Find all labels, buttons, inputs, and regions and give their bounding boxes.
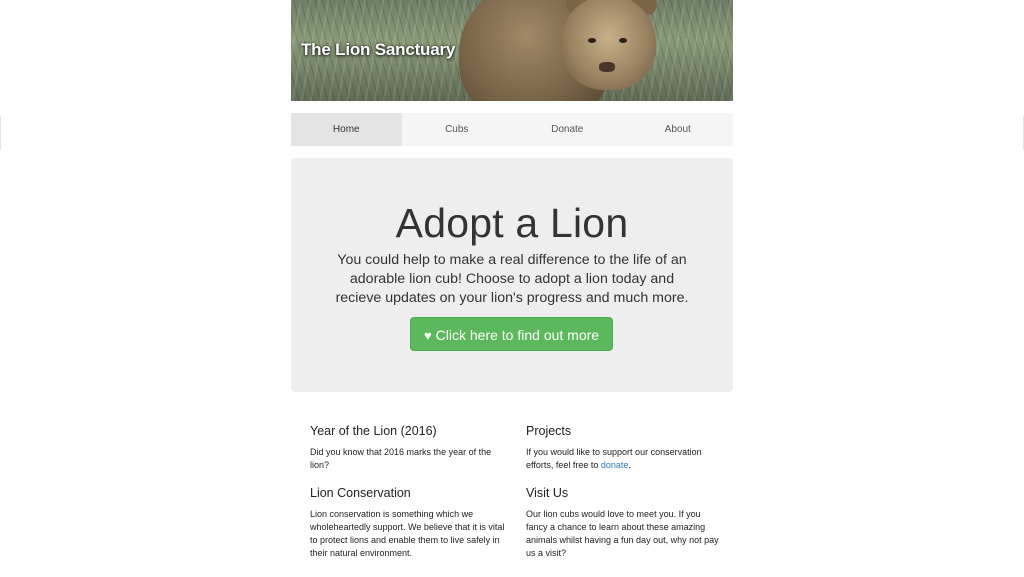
section-year-of-lion: Year of the Lion (2016) Did you know tha… [310, 424, 506, 472]
donate-link[interactable]: donate [601, 460, 629, 470]
section-visit-us: Visit Us Our lion cubs would love to mee… [526, 486, 722, 560]
section-text-end: . [628, 460, 631, 470]
section-title: Year of the Lion (2016) [310, 424, 437, 438]
hero-lead-text: You could help to make a real difference… [335, 252, 689, 306]
section-text: Our lion cubs would love to meet you. If… [526, 509, 719, 558]
main-nav: Home Cubs Donate About [291, 113, 733, 146]
nav-item-cubs[interactable]: Cubs [402, 113, 513, 146]
find-out-more-button[interactable]: ♥ Click here to find out more [410, 317, 613, 351]
lion-cub-nose [599, 62, 615, 72]
section-title: Projects [526, 424, 572, 438]
nav-item-home[interactable]: Home [291, 113, 402, 146]
section-title: Lion Conservation [310, 486, 411, 500]
section-text: If you would like to support our conserv… [526, 446, 722, 472]
lion-cub-head [561, 0, 656, 90]
section-text: Did you know that 2016 marks the year of… [310, 447, 492, 470]
lion-cub-eye [588, 38, 596, 43]
nav-item-donate[interactable]: Donate [512, 113, 623, 146]
header-banner: The Lion Sanctuary [291, 0, 733, 101]
heart-icon: ♥ [423, 328, 432, 343]
hero-headline: Adopt a Lion [395, 200, 629, 246]
left-edge-divider [0, 116, 1, 150]
section-projects: Projects If you would like to support ou… [526, 424, 722, 472]
section-lion-conservation: Lion Conservation Lion conservation is s… [310, 486, 506, 560]
site-title[interactable]: The Lion Sanctuary [301, 40, 455, 60]
nav-item-about[interactable]: About [623, 113, 734, 146]
section-title: Visit Us [526, 486, 569, 500]
lion-cub-eye [619, 38, 627, 43]
find-out-more-label: Click here to find out more [435, 327, 600, 343]
hero-jumbotron: Adopt a Lion You could help to make a re… [291, 158, 733, 392]
section-text: Lion conservation is something which we … [310, 509, 505, 558]
info-sections: Year of the Lion (2016) Did you know tha… [291, 414, 733, 577]
